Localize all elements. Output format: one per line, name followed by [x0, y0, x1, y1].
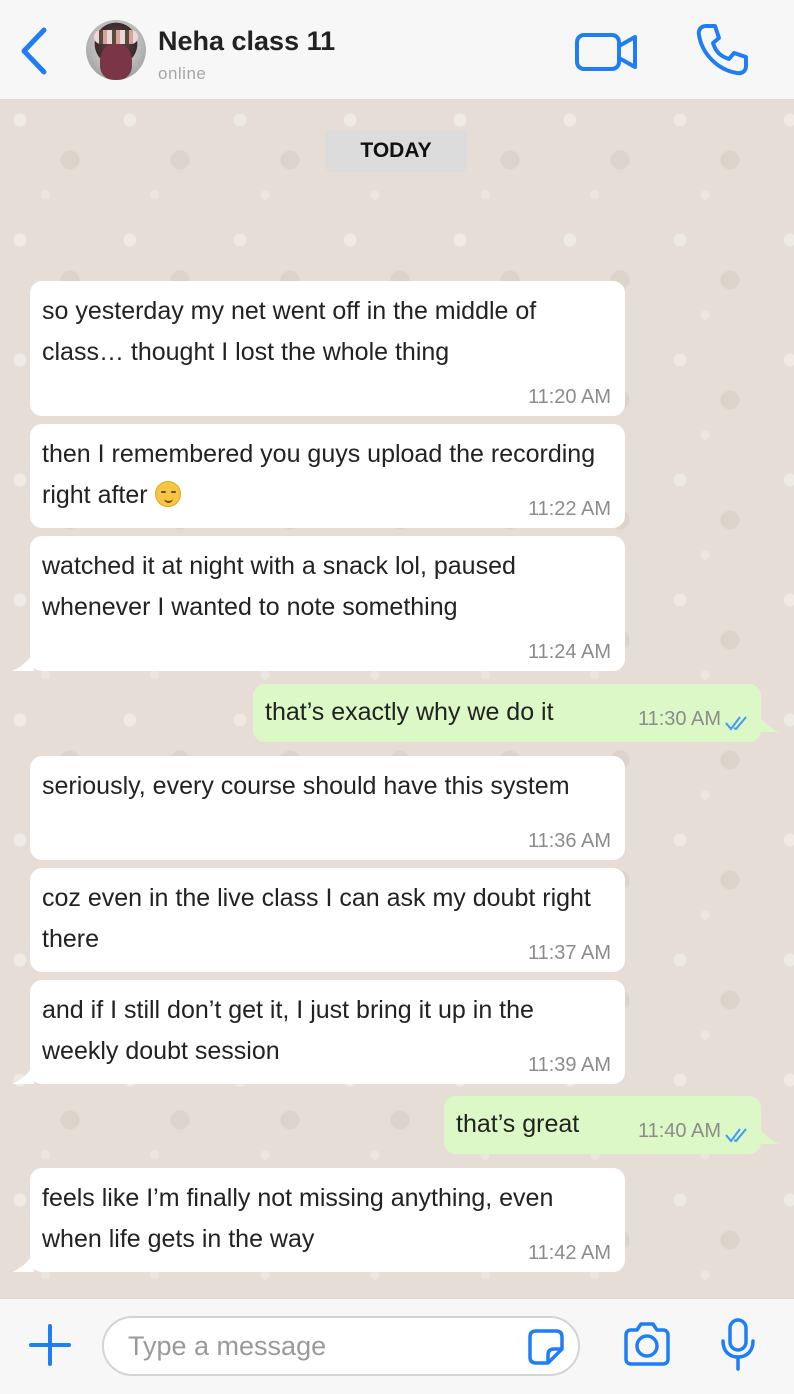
read-receipt-icon — [725, 716, 747, 731]
chat-header: Neha class 11 online — [0, 0, 794, 100]
avatar[interactable] — [86, 20, 146, 80]
message-bubble-outgoing[interactable]: that’s great 11:40 AM — [444, 1096, 779, 1154]
message-bubble-incoming[interactable]: feels like I’m finally not missing anyth… — [12, 1168, 625, 1272]
message-bubble-incoming[interactable]: coz even in the live class I can ask my … — [30, 868, 625, 972]
camera-icon — [624, 1322, 670, 1366]
back-button[interactable] — [14, 24, 54, 78]
video-call-button[interactable] — [574, 30, 640, 74]
chevron-left-icon — [21, 27, 47, 75]
relieved-face-emoji-icon — [154, 481, 181, 507]
message-time: 11:36 AM — [527, 830, 611, 852]
message-input[interactable] — [102, 1316, 580, 1376]
microphone-button[interactable] — [718, 1317, 758, 1373]
contact-status: online — [158, 64, 207, 83]
message-time: 11:42 AM — [527, 1242, 611, 1264]
message-time: 11:20 AM — [527, 386, 611, 408]
date-divider: TODAY — [325, 130, 467, 172]
camera-button[interactable] — [622, 1321, 672, 1369]
sticker-button[interactable] — [526, 1327, 566, 1367]
attach-button[interactable] — [28, 1323, 72, 1367]
read-receipt-icon — [725, 1128, 747, 1143]
message-bubble-incoming[interactable]: then I remembered you guys upload the re… — [30, 424, 625, 528]
bubble-tail — [12, 1252, 34, 1272]
message-text: then I remembered you guys upload the re… — [42, 440, 596, 509]
message-time: 11:24 AM — [527, 641, 611, 663]
message-text: watched it at night with a snack lol, pa… — [42, 552, 516, 621]
message-time: 11:40 AM — [637, 1120, 721, 1142]
message-text: so yesterday my net went off in the midd… — [42, 297, 537, 366]
bubble-tail — [757, 1124, 779, 1144]
message-composer — [0, 1298, 794, 1394]
microphone-icon — [721, 1318, 755, 1371]
bubble-tail — [757, 712, 779, 732]
message-bubble-incoming[interactable]: and if I still don’t get it, I just brin… — [12, 980, 625, 1084]
message-time: 11:22 AM — [527, 498, 611, 520]
message-bubble-incoming[interactable]: watched it at night with a snack lol, pa… — [12, 536, 625, 671]
message-time: 11:37 AM — [527, 942, 611, 964]
bubble-tail — [12, 1064, 34, 1084]
message-bubble-outgoing[interactable]: that’s exactly why we do it 11:30 AM — [253, 684, 779, 742]
plus-icon — [29, 1324, 71, 1366]
phone-icon — [696, 24, 748, 76]
video-camera-icon — [575, 33, 637, 71]
message-bubble-incoming[interactable]: seriously, every course should have this… — [30, 756, 625, 860]
message-time: 11:30 AM — [637, 708, 721, 730]
bubble-tail — [12, 651, 34, 671]
contact-name[interactable]: Neha class 11 — [158, 26, 335, 57]
message-bubble-incoming[interactable]: so yesterday my net went off in the midd… — [30, 281, 625, 416]
sticker-icon — [528, 1329, 564, 1365]
message-time: 11:39 AM — [527, 1054, 611, 1076]
voice-call-button[interactable] — [694, 22, 750, 78]
message-text: seriously, every course should have this… — [42, 772, 570, 800]
